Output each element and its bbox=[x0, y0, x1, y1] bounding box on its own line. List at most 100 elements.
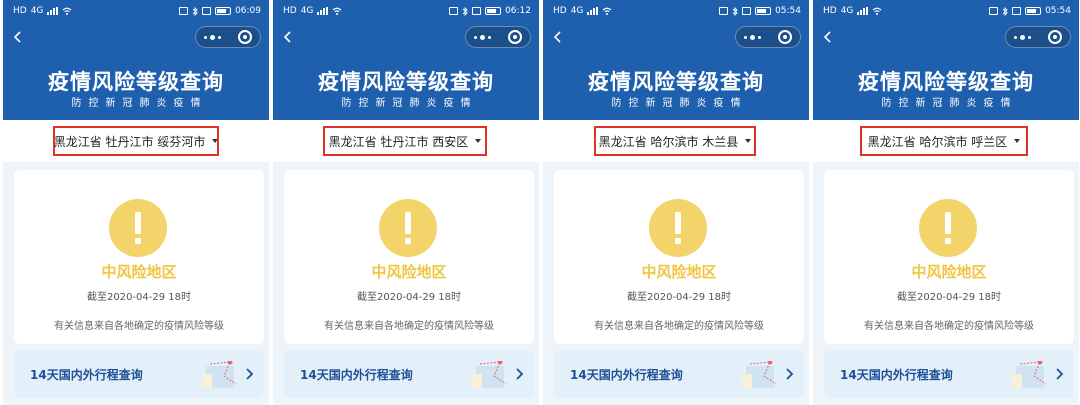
nfc-icon bbox=[449, 7, 459, 15]
close-target-icon[interactable] bbox=[778, 30, 792, 44]
back-arrow-icon[interactable] bbox=[821, 30, 835, 44]
vibrate-icon bbox=[1012, 7, 1022, 15]
network-label: 4G bbox=[570, 6, 584, 16]
bluetooth-icon bbox=[732, 6, 738, 16]
wifi-icon bbox=[63, 7, 72, 15]
signal-icon bbox=[857, 7, 869, 15]
region-text: 黑龙江省 牡丹江市 绥芬河市 bbox=[53, 134, 206, 149]
status-bar: HD 4G 05:54 bbox=[813, 0, 1079, 22]
vibrate-icon bbox=[202, 7, 212, 15]
trip-query-label: 14天国内外行程查询 bbox=[30, 368, 143, 382]
risk-level: 中风险地区 bbox=[641, 263, 717, 281]
vibrate-icon bbox=[472, 7, 482, 15]
risk-as-of-date: 截至2020-04-29 18时 bbox=[896, 292, 1002, 303]
close-target-icon[interactable] bbox=[508, 30, 522, 44]
close-target-icon[interactable] bbox=[238, 30, 252, 44]
bluetooth-icon bbox=[462, 6, 468, 16]
page-title: 疫情风险等级查询 bbox=[588, 70, 764, 94]
battery-icon bbox=[215, 7, 232, 15]
signal-icon bbox=[317, 7, 329, 15]
wifi-icon bbox=[873, 7, 882, 15]
trip-query-button[interactable]: 14天国内外行程查询 bbox=[824, 350, 1074, 398]
trip-query-button[interactable]: 14天国内外行程查询 bbox=[554, 350, 804, 398]
caret-down-icon bbox=[212, 139, 219, 143]
risk-source-note: 有关信息来自各地确定的疫情风险等级 bbox=[594, 321, 764, 332]
page-title: 疫情风险等级查询 bbox=[48, 70, 224, 94]
clock-time: 05:54 bbox=[1045, 6, 1071, 16]
network-label: 4G bbox=[300, 6, 314, 16]
trip-query-label: 14天国内外行程查询 bbox=[570, 368, 683, 382]
signal-icon bbox=[47, 7, 59, 15]
network-label: 4G bbox=[840, 6, 854, 16]
battery-icon bbox=[1025, 7, 1042, 15]
map-route-icon bbox=[202, 357, 238, 388]
trip-query-label: 14天国内外行程查询 bbox=[840, 368, 953, 382]
mini-program-capsule bbox=[735, 26, 801, 48]
more-dots-icon[interactable] bbox=[1014, 34, 1031, 40]
caret-down-icon bbox=[1014, 139, 1021, 143]
more-dots-icon[interactable] bbox=[474, 34, 491, 40]
clock-time: 06:09 bbox=[235, 6, 261, 16]
region-text: 黑龙江省 哈尔滨市 木兰县 bbox=[598, 134, 739, 149]
clock-time: 06:12 bbox=[505, 6, 531, 16]
map-route-icon bbox=[742, 357, 778, 388]
wifi-icon bbox=[603, 7, 612, 15]
page-subtitle: 防控新冠肺炎疫情 bbox=[611, 98, 748, 109]
map-route-icon bbox=[1012, 357, 1048, 388]
risk-card: 中风险地区 截至2020-04-29 18时 有关信息来自各地确定的疫情风险等级 bbox=[824, 170, 1074, 344]
phone-screen-3: HD 4G 05:54 疫情风险等级查询 防控新冠肺炎疫情 黑龙江省 哈尔滨市 … bbox=[543, 0, 809, 405]
risk-as-of-date: 截至2020-04-29 18时 bbox=[356, 292, 462, 303]
bluetooth-icon bbox=[192, 6, 198, 16]
risk-card: 中风险地区 截至2020-04-29 18时 有关信息来自各地确定的疫情风险等级 bbox=[284, 170, 534, 344]
more-dots-icon[interactable] bbox=[744, 34, 761, 40]
phone-screen-2: HD 4G 06:12 疫情风险等级查询 防控新冠肺炎疫情 黑龙江省 牡丹江市 … bbox=[273, 0, 539, 405]
chevron-right-icon bbox=[516, 368, 524, 380]
trip-query-button[interactable]: 14天国内外行程查询 bbox=[14, 350, 264, 398]
region-selector[interactable]: 黑龙江省 哈尔滨市 呼兰区 bbox=[860, 126, 1028, 156]
warning-icon bbox=[919, 199, 977, 257]
nfc-icon bbox=[719, 7, 729, 15]
chevron-right-icon bbox=[246, 368, 254, 380]
caret-down-icon bbox=[745, 139, 752, 143]
more-dots-icon[interactable] bbox=[204, 34, 221, 40]
mini-program-capsule bbox=[195, 26, 261, 48]
trip-query-button[interactable]: 14天国内外行程查询 bbox=[284, 350, 534, 398]
risk-card: 中风险地区 截至2020-04-29 18时 有关信息来自各地确定的疫情风险等级 bbox=[14, 170, 264, 344]
back-arrow-icon[interactable] bbox=[551, 30, 565, 44]
mini-program-capsule bbox=[465, 26, 531, 48]
region-selector[interactable]: 黑龙江省 哈尔滨市 木兰县 bbox=[594, 126, 756, 156]
carrier-label: HD bbox=[283, 6, 297, 16]
nav-bar bbox=[543, 24, 809, 50]
battery-icon bbox=[485, 7, 502, 15]
wifi-icon bbox=[333, 7, 342, 15]
phone-screen-1: HD 4G 06:09 疫情风险等级查询 防控新冠肺炎疫情 黑龙江省 牡丹江市 … bbox=[3, 0, 269, 405]
nfc-icon bbox=[179, 7, 189, 15]
risk-source-note: 有关信息来自各地确定的疫情风险等级 bbox=[54, 321, 224, 332]
region-selector[interactable]: 黑龙江省 牡丹江市 西安区 bbox=[323, 126, 487, 156]
page-subtitle: 防控新冠肺炎疫情 bbox=[71, 98, 208, 109]
warning-icon bbox=[649, 199, 707, 257]
risk-source-note: 有关信息来自各地确定的疫情风险等级 bbox=[864, 321, 1034, 332]
page-subtitle: 防控新冠肺炎疫情 bbox=[881, 98, 1018, 109]
bluetooth-icon bbox=[1002, 6, 1008, 16]
risk-level: 中风险地区 bbox=[101, 263, 177, 281]
vibrate-icon bbox=[742, 7, 752, 15]
back-arrow-icon[interactable] bbox=[281, 30, 295, 44]
warning-icon bbox=[379, 199, 437, 257]
carrier-label: HD bbox=[553, 6, 567, 16]
risk-source-note: 有关信息来自各地确定的疫情风险等级 bbox=[324, 321, 494, 332]
clock-time: 05:54 bbox=[775, 6, 801, 16]
carrier-label: HD bbox=[823, 6, 837, 16]
page-title: 疫情风险等级查询 bbox=[858, 70, 1034, 94]
risk-level: 中风险地区 bbox=[371, 263, 447, 281]
status-bar: HD 4G 06:12 bbox=[273, 0, 539, 22]
region-text: 黑龙江省 哈尔滨市 呼兰区 bbox=[867, 134, 1008, 149]
chevron-right-icon bbox=[786, 368, 794, 380]
caret-down-icon bbox=[475, 139, 482, 143]
battery-icon bbox=[755, 7, 772, 15]
nav-bar bbox=[273, 24, 539, 50]
chevron-right-icon bbox=[1056, 368, 1064, 380]
region-selector[interactable]: 黑龙江省 牡丹江市 绥芬河市 bbox=[53, 126, 219, 156]
back-arrow-icon[interactable] bbox=[11, 30, 25, 44]
close-target-icon[interactable] bbox=[1048, 30, 1062, 44]
